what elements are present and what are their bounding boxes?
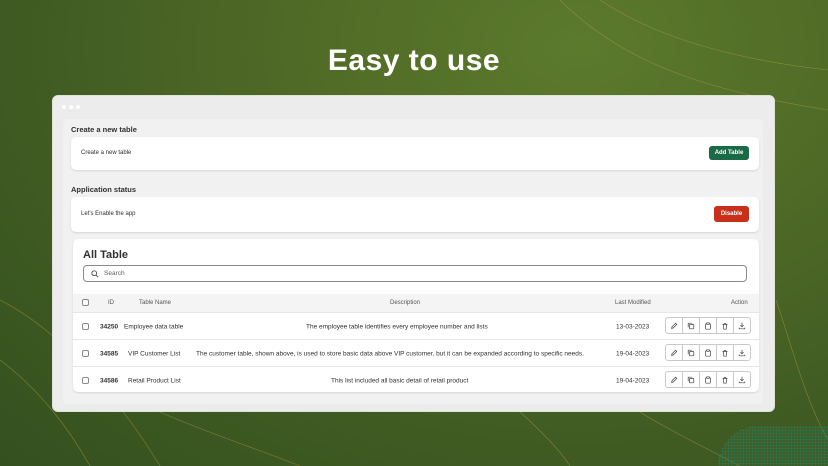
row-name: Employee data table: [124, 323, 184, 330]
app-content: Create a new table Create a new table Ad…: [63, 119, 763, 404]
window-menu-dots: [62, 105, 80, 109]
clipboard-button[interactable]: [699, 371, 717, 388]
search-icon: [91, 269, 99, 278]
row-description: This list included all basic detail of r…: [331, 377, 469, 384]
edit-button[interactable]: [665, 344, 683, 361]
duplicate-icon: [687, 322, 695, 329]
table-row[interactable]: 34586 Retail Product List This list incl…: [73, 366, 759, 394]
trash-icon: [722, 322, 728, 330]
row-actions: [665, 344, 751, 361]
clipboard-icon: [705, 321, 711, 330]
clipboard-icon: [705, 375, 711, 384]
create-section-title: Create a new table: [71, 125, 137, 134]
table-title: All Table: [83, 249, 129, 261]
delete-button[interactable]: [716, 371, 734, 388]
clipboard-icon: [705, 348, 711, 357]
trash-icon: [722, 349, 728, 357]
search-input[interactable]: Search: [83, 265, 747, 282]
status-section-title: Application status: [71, 185, 137, 194]
create-table-card: Create a new table Add Table: [71, 137, 759, 170]
clipboard-button[interactable]: [699, 344, 717, 361]
download-icon: [738, 349, 746, 356]
create-table-text: Create a new table: [81, 150, 132, 156]
all-table-card: All Table Search ID Table Name Descripti…: [73, 239, 759, 392]
download-button[interactable]: [733, 371, 751, 388]
row-actions: [665, 371, 751, 388]
duplicate-icon: [687, 376, 695, 383]
disable-button[interactable]: Disable: [714, 206, 749, 222]
row-id: 34250: [100, 323, 119, 330]
row-checkbox[interactable]: [82, 377, 89, 384]
duplicate-button[interactable]: [682, 371, 700, 388]
header-table-name: Table Name: [139, 300, 172, 306]
app-status-text: Let's Enable the app: [81, 211, 136, 217]
pencil-icon: [671, 349, 678, 356]
duplicate-button[interactable]: [682, 344, 700, 361]
clipboard-button[interactable]: [699, 317, 717, 334]
row-id: 34585: [100, 350, 119, 357]
add-table-button[interactable]: Add Table: [709, 146, 749, 160]
row-description: The employee table identifies every empl…: [306, 323, 488, 330]
table-row[interactable]: 34585 VIP Customer List The customer tab…: [73, 339, 759, 367]
duplicate-icon: [687, 349, 695, 356]
row-name: Retail Product List: [128, 377, 181, 384]
row-id: 34586: [100, 377, 119, 384]
delete-button[interactable]: [716, 344, 734, 361]
table-row[interactable]: 34250 Employee data table The employee t…: [73, 312, 759, 340]
header-last-modified: Last Modified: [615, 300, 651, 306]
row-checkbox[interactable]: [82, 350, 89, 357]
search-placeholder: Search: [104, 270, 125, 277]
header-action: Action: [731, 300, 748, 306]
headline: Easy to use: [327, 44, 501, 77]
edit-button[interactable]: [665, 317, 683, 334]
pencil-icon: [671, 322, 678, 329]
row-name: VIP Customer List: [128, 350, 181, 357]
row-checkbox[interactable]: [82, 323, 89, 330]
dotted-pattern: [718, 426, 828, 466]
download-button[interactable]: [733, 344, 751, 361]
delete-button[interactable]: [716, 317, 734, 334]
download-icon: [738, 322, 746, 329]
download-icon: [738, 376, 746, 383]
download-button[interactable]: [733, 317, 751, 334]
pencil-icon: [671, 376, 678, 383]
row-modified: 19-04-2023: [616, 377, 650, 384]
edit-button[interactable]: [665, 371, 683, 388]
trash-icon: [722, 376, 728, 384]
duplicate-button[interactable]: [682, 317, 700, 334]
row-modified: 19-04-2023: [616, 350, 650, 357]
row-modified: 13-03-2023: [616, 323, 650, 330]
header-id: ID: [108, 300, 114, 306]
row-actions: [665, 317, 751, 334]
app-status-card: Let's Enable the app Disable: [71, 197, 759, 232]
select-all-checkbox[interactable]: [82, 299, 89, 306]
app-window: Create a new table Create a new table Ad…: [52, 95, 775, 412]
row-description: The customer table, shown above, is used…: [196, 350, 584, 357]
table-header: ID Table Name Description Last Modified …: [73, 294, 759, 312]
header-description: Description: [390, 300, 421, 306]
